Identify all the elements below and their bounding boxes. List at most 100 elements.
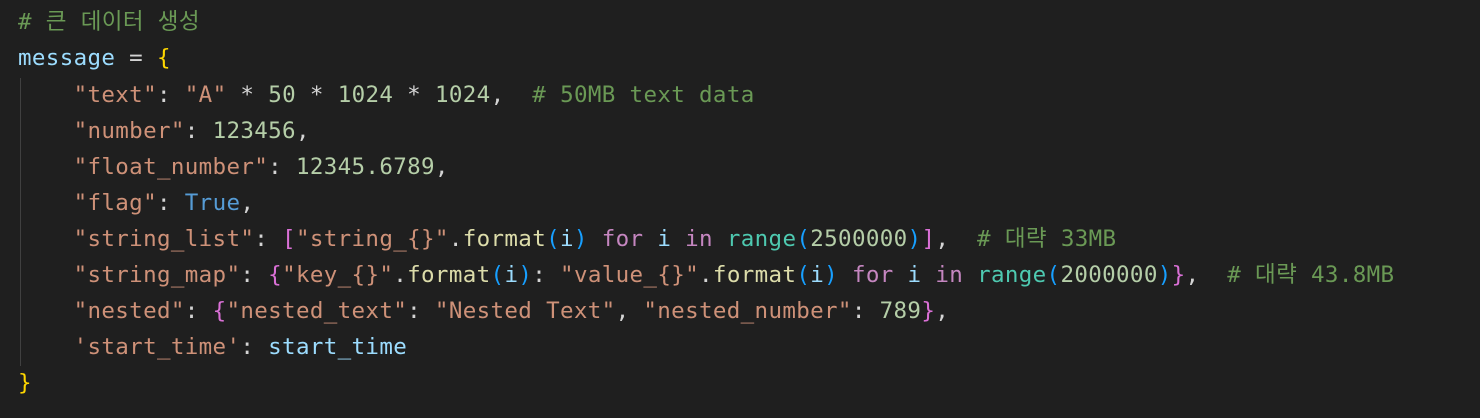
- code-token: ): [907, 226, 922, 252]
- code-token: ): [573, 226, 588, 252]
- code-token: :: [268, 154, 296, 180]
- code-token: .: [699, 262, 713, 288]
- code-token: .: [393, 262, 408, 288]
- code-line-9[interactable]: "nested": {"nested_text": "Nested Text",…: [18, 293, 949, 329]
- code-token: =: [115, 45, 157, 71]
- code-token: :: [184, 118, 213, 144]
- code-token: i: [504, 262, 519, 288]
- code-token: # 50MB text data: [532, 82, 755, 108]
- code-token: :: [156, 82, 185, 108]
- code-line-3[interactable]: "text": "A" * 50 * 1024 * 1024, # 50MB t…: [18, 77, 755, 113]
- code-token: 1024: [434, 82, 491, 108]
- code-token: i: [657, 226, 672, 252]
- code-token: "Nested Text": [434, 298, 616, 324]
- code-token: 123456: [212, 118, 296, 144]
- code-token: i: [907, 262, 922, 288]
- code-token: range: [726, 226, 797, 252]
- code-token: ,: [490, 82, 533, 108]
- code-token: "nested_number": [643, 298, 852, 324]
- code-token: ,: [240, 190, 255, 216]
- code-token: in: [935, 262, 964, 288]
- code-token: (: [1046, 262, 1061, 288]
- code-token: i: [560, 226, 574, 252]
- code-token: "string_{}": [295, 226, 449, 252]
- code-line-4[interactable]: "number": 123456,: [18, 113, 310, 149]
- code-token: "key_{}": [282, 262, 394, 288]
- code-line-7[interactable]: "string_list": ["string_{}".format(i) fo…: [18, 221, 1116, 257]
- code-token: ,: [615, 298, 644, 324]
- code-token: ]: [921, 226, 936, 252]
- code-line-11[interactable]: }: [18, 365, 32, 401]
- code-token: 2500000: [810, 226, 908, 252]
- code-line-10[interactable]: 'start_time': start_time: [18, 329, 407, 365]
- code-line-1[interactable]: # 큰 데이터 생성: [18, 4, 200, 40]
- code-token: *: [295, 82, 338, 108]
- code-token: 1024: [337, 82, 394, 108]
- code-token: {: [212, 298, 227, 324]
- code-line-8[interactable]: "string_map": {"key_{}".format(i): "valu…: [18, 257, 1394, 293]
- code-token: format: [712, 262, 797, 288]
- code-token: range: [977, 262, 1047, 288]
- code-token: :: [156, 190, 185, 216]
- code-token: True: [184, 190, 241, 216]
- code-token: "float_number": [73, 154, 269, 180]
- code-token: 12345.6789: [295, 154, 435, 180]
- code-token: "A": [184, 82, 227, 108]
- code-token: for: [851, 262, 894, 288]
- code-token: 50: [268, 82, 296, 108]
- code-token: *: [226, 82, 269, 108]
- code-token: start_time: [268, 334, 408, 360]
- code-token: (: [796, 262, 811, 288]
- code-token: (: [490, 262, 505, 288]
- code-line-5[interactable]: "float_number": 12345.6789,: [18, 149, 449, 185]
- code-token: "nested_text": [226, 298, 408, 324]
- code-token: (: [796, 226, 811, 252]
- code-token: "number": [73, 118, 185, 144]
- code-token: }: [18, 370, 32, 396]
- code-editor[interactable]: # 큰 데이터 생성 message = { "text": "A" * 50 …: [0, 0, 1480, 418]
- code-token: 789: [879, 298, 922, 324]
- code-token: ): [518, 262, 533, 288]
- code-token: (: [546, 226, 561, 252]
- code-token: "string_map": [73, 262, 241, 288]
- code-token: ): [1157, 262, 1172, 288]
- code-token: :: [407, 298, 435, 324]
- code-token: :: [184, 298, 213, 324]
- code-token: 'start_time': [73, 334, 241, 360]
- code-token: i: [810, 262, 825, 288]
- code-token: format: [407, 262, 491, 288]
- code-token: :: [240, 334, 269, 360]
- code-token: :: [851, 298, 880, 324]
- code-line-6[interactable]: "flag": True,: [18, 185, 254, 221]
- code-token: :: [254, 226, 283, 252]
- code-token: [: [282, 226, 296, 252]
- code-token: for: [601, 226, 644, 252]
- code-line-2[interactable]: message = {: [18, 40, 171, 76]
- code-token: "string_list": [73, 226, 255, 252]
- code-token: :: [240, 262, 269, 288]
- code-token: # 큰 데이터 생성: [18, 9, 200, 35]
- code-token: ,: [434, 154, 449, 180]
- code-token: # 대략 33MB: [977, 226, 1117, 252]
- code-token: .: [448, 226, 463, 252]
- code-token: "flag": [73, 190, 157, 216]
- code-token: ,: [1185, 262, 1228, 288]
- code-token: "text": [73, 82, 157, 108]
- code-token: ,: [935, 298, 950, 324]
- code-token: {: [268, 262, 283, 288]
- code-token: {: [156, 45, 171, 71]
